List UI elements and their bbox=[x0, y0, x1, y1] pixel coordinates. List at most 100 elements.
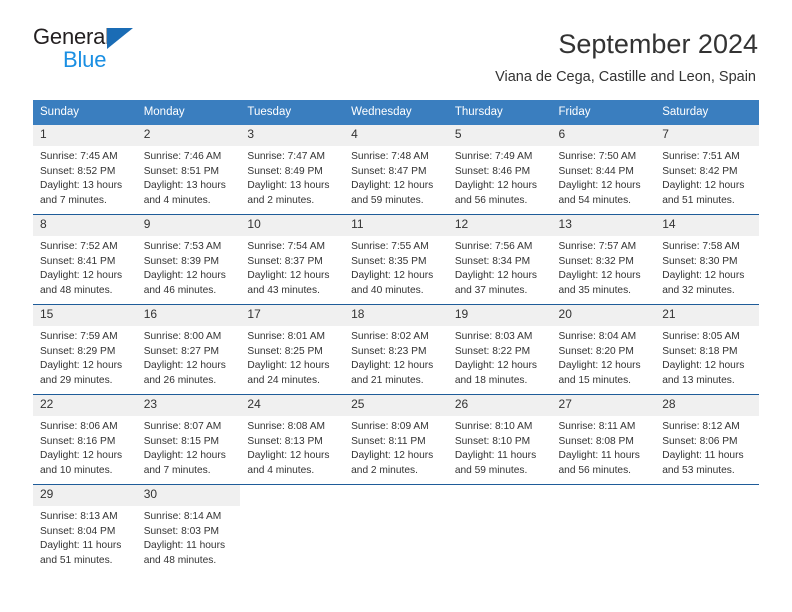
day-details: Sunrise: 8:08 AM Sunset: 8:13 PM Daylight:… bbox=[240, 416, 344, 480]
sunset-text: Sunset: 8:08 PM bbox=[558, 435, 634, 447]
calendar-day-cell[interactable]: 3 Sunrise: 7:47 AM Sunset: 8:49 PM Daylight… bbox=[240, 124, 345, 215]
logo-text-blue: Blue bbox=[63, 47, 107, 72]
sunrise-text: Sunrise: 7:59 AM bbox=[40, 330, 118, 342]
calendar-page: General Blue September 2024 Viana de Ceg… bbox=[0, 0, 792, 612]
daylight-text: Daylight: 11 hours and 53 minutes. bbox=[662, 450, 744, 477]
sunrise-text: Sunrise: 8:11 AM bbox=[558, 420, 636, 432]
daylight-text: Daylight: 12 hours and 29 minutes. bbox=[40, 360, 123, 387]
calendar-day-cell[interactable]: 18 Sunrise: 8:02 AM Sunset: 8:23 PM Dayligh… bbox=[344, 303, 448, 395]
sunrise-text: Sunrise: 7:57 AM bbox=[558, 240, 637, 252]
daylight-text: Daylight: 12 hours and 54 minutes. bbox=[558, 180, 641, 207]
sunrise-text: Sunrise: 7:48 AM bbox=[351, 150, 429, 162]
calendar-day-cell[interactable]: 5 Sunrise: 7:49 AM Sunset: 8:46 PM Daylight… bbox=[447, 124, 552, 215]
generalblue-logo[interactable]: General Blue bbox=[33, 26, 153, 78]
calendar-day-cell[interactable]: 26 Sunrise: 8:10 AM Sunset: 8:10 PM Dayligh… bbox=[447, 393, 552, 485]
daylight-text: Daylight: 12 hours and 56 minutes. bbox=[454, 180, 537, 207]
logo-triangle-icon bbox=[107, 28, 133, 49]
calendar-day-cell[interactable]: 22 Sunrise: 8:06 AM Sunset: 8:16 PM Dayligh… bbox=[33, 393, 137, 485]
weekday-header-thursday: Thursday bbox=[447, 99, 552, 125]
calendar-day-cell[interactable]: 7 Sunrise: 7:51 AM Sunset: 8:42 PM Daylight… bbox=[655, 124, 759, 215]
day-details: Sunrise: 7:50 AM Sunset: 8:44 PM Daylight:… bbox=[552, 146, 656, 210]
day-details: Sunrise: 7:46 AM Sunset: 8:51 PM Daylight:… bbox=[137, 146, 241, 210]
title-block: September 2024 Viana de Cega, Castille a… bbox=[495, 26, 758, 87]
day-number: 4 bbox=[344, 124, 448, 146]
calendar-day-cell[interactable]: 9 Sunrise: 7:53 AM Sunset: 8:39 PM Daylight… bbox=[136, 213, 241, 305]
calendar-day-cell[interactable]: 15 Sunrise: 7:59 AM Sunset: 8:29 PM Dayligh… bbox=[33, 303, 137, 395]
sunset-text: Sunset: 8:49 PM bbox=[247, 165, 323, 177]
daylight-text: Daylight: 12 hours and 51 minutes. bbox=[662, 180, 745, 207]
daylight-text: Daylight: 12 hours and 43 minutes. bbox=[247, 270, 330, 297]
calendar-day-cell[interactable]: 20 Sunrise: 8:04 AM Sunset: 8:20 PM Dayligh… bbox=[551, 303, 656, 395]
sunrise-text: Sunrise: 7:51 AM bbox=[662, 150, 740, 162]
calendar-week-row: 1 Sunrise: 7:45 AM Sunset: 8:52 PM Daylight… bbox=[33, 124, 759, 215]
sunrise-text: Sunrise: 8:04 AM bbox=[558, 330, 637, 342]
daylight-text: Daylight: 12 hours and 10 minutes. bbox=[40, 450, 123, 477]
daylight-text: Daylight: 12 hours and 4 minutes. bbox=[247, 450, 330, 477]
sunrise-text: Sunrise: 7:58 AM bbox=[662, 240, 740, 252]
calendar-day-cell[interactable]: 6 Sunrise: 7:50 AM Sunset: 8:44 PM Daylight… bbox=[551, 124, 656, 215]
page-subtitle: Viana de Cega, Castille and Leon, Spain bbox=[495, 69, 756, 86]
calendar-day-cell[interactable]: 17 Sunrise: 8:01 AM Sunset: 8:25 PM Dayligh… bbox=[240, 303, 345, 395]
calendar-day-cell[interactable]: 8 Sunrise: 7:52 AM Sunset: 8:41 PM Daylight… bbox=[33, 213, 137, 305]
sunset-text: Sunset: 8:34 PM bbox=[454, 255, 531, 267]
sunrise-text: Sunrise: 8:02 AM bbox=[351, 330, 429, 342]
day-number: 15 bbox=[33, 304, 137, 326]
calendar-day-cell[interactable]: 19 Sunrise: 8:03 AM Sunset: 8:22 PM Dayligh… bbox=[447, 303, 552, 395]
sunrise-text: Sunrise: 7:54 AM bbox=[247, 240, 325, 252]
sunset-text: Sunset: 8:27 PM bbox=[143, 345, 220, 357]
day-number: 30 bbox=[136, 484, 241, 506]
calendar-day-cell[interactable]: 28 Sunrise: 8:12 AM Sunset: 8:06 PM Dayligh… bbox=[655, 393, 759, 485]
calendar-day-cell[interactable]: 25 Sunrise: 8:09 AM Sunset: 8:11 PM Dayligh… bbox=[344, 393, 448, 485]
calendar-day-cell[interactable]: 24 Sunrise: 8:08 AM Sunset: 8:13 PM Dayligh… bbox=[240, 393, 345, 485]
day-details: Sunrise: 7:49 AM Sunset: 8:46 PM Daylight:… bbox=[448, 146, 552, 210]
daylight-text: Daylight: 12 hours and 32 minutes. bbox=[662, 270, 745, 297]
sunrise-text: Sunrise: 8:10 AM bbox=[454, 420, 533, 432]
calendar-day-cell[interactable]: 29 Sunrise: 8:13 AM Sunset: 8:04 PM Dayligh… bbox=[33, 483, 137, 574]
day-number: 13 bbox=[551, 214, 656, 236]
calendar-day-cell[interactable]: 27 Sunrise: 8:11 AM Sunset: 8:08 PM Dayligh… bbox=[551, 393, 656, 485]
sunset-text: Sunset: 8:23 PM bbox=[351, 345, 427, 357]
day-number: 11 bbox=[344, 214, 448, 236]
sunset-text: Sunset: 8:06 PM bbox=[662, 435, 738, 447]
daylight-text: Daylight: 12 hours and 46 minutes. bbox=[143, 270, 226, 297]
day-number: 3 bbox=[240, 124, 345, 146]
daylight-text: Daylight: 13 hours and 2 minutes. bbox=[247, 180, 330, 207]
calendar-day-cell[interactable]: 16 Sunrise: 8:00 AM Sunset: 8:27 PM Dayligh… bbox=[136, 303, 241, 395]
day-details: Sunrise: 8:05 AM Sunset: 8:18 PM Daylight:… bbox=[655, 326, 759, 390]
day-details: Sunrise: 7:51 AM Sunset: 8:42 PM Daylight:… bbox=[655, 146, 759, 210]
sunset-text: Sunset: 8:04 PM bbox=[40, 525, 116, 537]
sunrise-text: Sunrise: 7:52 AM bbox=[40, 240, 118, 252]
day-details: Sunrise: 8:13 AM Sunset: 8:04 PM Daylight:… bbox=[33, 506, 137, 570]
day-details: Sunrise: 7:52 AM Sunset: 8:41 PM Daylight:… bbox=[33, 236, 137, 300]
calendar-day-cell[interactable]: 10 Sunrise: 7:54 AM Sunset: 8:37 PM Dayligh… bbox=[240, 213, 345, 305]
sunset-text: Sunset: 8:42 PM bbox=[662, 165, 738, 177]
day-details: Sunrise: 7:59 AM Sunset: 8:29 PM Daylight:… bbox=[33, 326, 137, 390]
day-number bbox=[551, 484, 656, 505]
day-details: Sunrise: 8:04 AM Sunset: 8:20 PM Daylight:… bbox=[552, 326, 656, 390]
sunrise-text: Sunrise: 7:49 AM bbox=[454, 150, 533, 162]
calendar-day-cell[interactable]: 14 Sunrise: 7:58 AM Sunset: 8:30 PM Dayligh… bbox=[655, 213, 759, 305]
calendar-day-cell-empty bbox=[447, 483, 552, 574]
calendar-day-cell[interactable]: 30 Sunrise: 8:14 AM Sunset: 8:03 PM Dayligh… bbox=[136, 483, 241, 574]
calendar-header-row: Sunday Monday Tuesday Wednesday Thursday Frid… bbox=[33, 99, 759, 125]
calendar-day-cell[interactable]: 1 Sunrise: 7:45 AM Sunset: 8:52 PM Daylight… bbox=[33, 124, 137, 215]
day-details: Sunrise: 7:55 AM Sunset: 8:35 PM Daylight:… bbox=[344, 236, 448, 300]
calendar-day-cell-empty bbox=[551, 483, 656, 574]
sunset-text: Sunset: 8:51 PM bbox=[143, 165, 220, 177]
calendar-day-cell[interactable]: 23 Sunrise: 8:07 AM Sunset: 8:15 PM Dayligh… bbox=[136, 393, 241, 485]
day-details: Sunrise: 7:45 AM Sunset: 8:52 PM Daylight:… bbox=[33, 146, 137, 210]
day-number: 16 bbox=[136, 304, 241, 326]
daylight-text: Daylight: 12 hours and 37 minutes. bbox=[454, 270, 537, 297]
calendar-day-cell[interactable]: 21 Sunrise: 8:05 AM Sunset: 8:18 PM Dayligh… bbox=[655, 303, 759, 395]
calendar-day-cell[interactable]: 12 Sunrise: 7:56 AM Sunset: 8:34 PM Dayligh… bbox=[447, 213, 552, 305]
sunset-text: Sunset: 8:29 PM bbox=[40, 345, 116, 357]
calendar-day-cell[interactable]: 2 Sunrise: 7:46 AM Sunset: 8:51 PM Daylight… bbox=[136, 124, 241, 215]
day-number bbox=[240, 484, 345, 505]
calendar-day-cell[interactable]: 13 Sunrise: 7:57 AM Sunset: 8:32 PM Dayligh… bbox=[551, 213, 656, 305]
calendar-day-cell[interactable]: 11 Sunrise: 7:55 AM Sunset: 8:35 PM Dayligh… bbox=[344, 213, 448, 305]
day-details: Sunrise: 8:09 AM Sunset: 8:11 PM Daylight:… bbox=[344, 416, 448, 480]
calendar-day-cell[interactable]: 4 Sunrise: 7:48 AM Sunset: 8:47 PM Daylight… bbox=[344, 124, 448, 215]
day-number: 23 bbox=[136, 394, 241, 416]
daylight-text: Daylight: 12 hours and 48 minutes. bbox=[40, 270, 123, 297]
sunrise-text: Sunrise: 8:06 AM bbox=[40, 420, 118, 432]
